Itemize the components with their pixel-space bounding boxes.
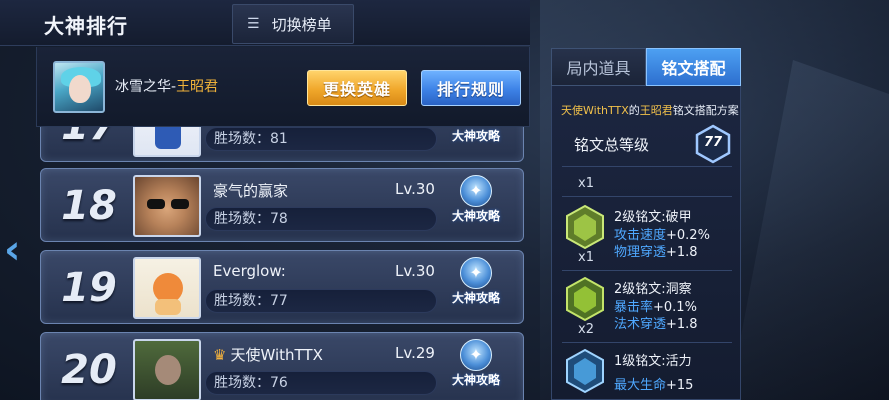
guide-button[interactable]: ✦ 大神攻略 <box>447 257 505 319</box>
guide-button[interactable]: ✦ 大神攻略 <box>447 175 505 237</box>
rune-item-huoli[interactable]: 1级铭文:活力 最大生命+15 <box>552 348 742 400</box>
switch-list-button[interactable]: ☰ 切换榜单 <box>232 4 354 44</box>
guide-button[interactable]: ✦ 大神攻略 <box>447 339 505 400</box>
list-icon: ☰ <box>247 16 260 32</box>
player-name: Everglow: <box>213 262 286 280</box>
player-level: Lv.30 <box>395 180 435 198</box>
wins-count: 胜场数：76 <box>205 371 437 395</box>
divider <box>562 342 732 343</box>
switch-list-label: 切换榜单 <box>271 15 332 34</box>
rune-stat: 最大生命+15 <box>614 378 694 393</box>
wins-count: 胜场数：78 <box>205 207 437 231</box>
rune-panel: 天使WithTTX的王昭君铭文搭配方案 铭文总等级 77 x1 2级铭文:破甲 … <box>551 86 741 400</box>
player-name: 豪气的赢家 <box>213 182 289 200</box>
wins-count: 胜场数：81 <box>205 127 437 151</box>
player-level: Lv.29 <box>395 344 435 362</box>
hero-avatar[interactable] <box>53 61 105 113</box>
ranking-rules-button[interactable]: 排行规则 <box>421 70 521 106</box>
hero-bar: 冰雪之华-王昭君 更换英雄 排行规则 <box>36 47 530 127</box>
tab-items[interactable]: 局内道具 <box>551 48 646 86</box>
chevron-left-icon[interactable]: ‹ <box>4 228 30 272</box>
rune-item-dongcha[interactable]: 2级铭文:洞察 暴击率+0.1% 法术穿透+1.8 x2 <box>552 276 742 346</box>
tab-runes[interactable]: 铭文搭配 <box>646 48 741 86</box>
player-avatar <box>133 339 201 400</box>
rune-count: x2 <box>578 322 594 337</box>
rank-number: 19 <box>61 265 117 311</box>
player-level: Lv.30 <box>395 262 435 280</box>
player-avatar <box>133 175 201 237</box>
guide-emblem-icon: ✦ <box>460 339 492 371</box>
hero-face <box>69 75 91 103</box>
hero-name: 冰雪之华-王昭君 <box>115 79 219 95</box>
rune-stat: 法术穿透+1.8 <box>614 317 698 332</box>
rune-plan-title: 天使WithTTX的王昭君铭文搭配方案 <box>561 104 739 117</box>
page-title: 大神排行 <box>44 14 128 38</box>
rune-hexagon-icon <box>564 276 606 322</box>
rune-name: 1级铭文:活力 <box>614 354 692 369</box>
player-avatar <box>133 257 201 319</box>
divider <box>562 196 732 197</box>
guide-emblem-icon: ✦ <box>460 257 492 289</box>
top-header: 大神排行 ☰ 切换榜单 <box>0 0 530 46</box>
rune-count: x1 <box>578 176 594 191</box>
crown-icon: ♛ <box>213 346 227 364</box>
guide-label: 大神攻略 <box>451 291 500 305</box>
change-hero-button[interactable]: 更换英雄 <box>307 70 407 106</box>
guide-label: 大神攻略 <box>451 373 500 387</box>
rune-hexagon-icon <box>564 348 606 394</box>
rune-total-badge: 77 <box>694 124 732 164</box>
rank-number: 18 <box>61 183 117 229</box>
rune-count: x1 <box>578 250 594 265</box>
rune-name: 2级铭文:破甲 <box>614 210 692 225</box>
ranking-row-18[interactable]: 18 豪气的赢家 Lv.30 胜场数：78 ✦ 大神攻略 <box>40 168 524 242</box>
guide-emblem-icon: ✦ <box>460 175 492 207</box>
rune-item-pojia[interactable]: 2级铭文:破甲 攻击速度+0.2% 物理穿透+1.8 x1 <box>552 204 742 274</box>
divider <box>562 166 732 167</box>
rune-hexagon-icon <box>564 204 606 250</box>
rune-total-label: 铭文总等级 <box>574 136 650 154</box>
ranking-row-20[interactable]: 20 ♛ 天使WithTTX Lv.29 胜场数：76 ✦ 大神攻略 <box>40 332 524 400</box>
rune-stat: 物理穿透+1.8 <box>614 245 698 260</box>
rune-name: 2级铭文:洞察 <box>614 282 692 297</box>
guide-label: 大神攻略 <box>451 209 500 223</box>
wins-count: 胜场数：77 <box>205 289 437 313</box>
ranking-row-19[interactable]: 19 Everglow: Lv.30 胜场数：77 ✦ 大神攻略 <box>40 250 524 324</box>
divider <box>562 270 732 271</box>
guide-label: 大神攻略 <box>451 129 500 143</box>
detail-tabs: 局内道具 铭文搭配 <box>551 48 741 86</box>
player-name: ♛ 天使WithTTX <box>213 346 323 364</box>
rank-number: 20 <box>61 347 117 393</box>
